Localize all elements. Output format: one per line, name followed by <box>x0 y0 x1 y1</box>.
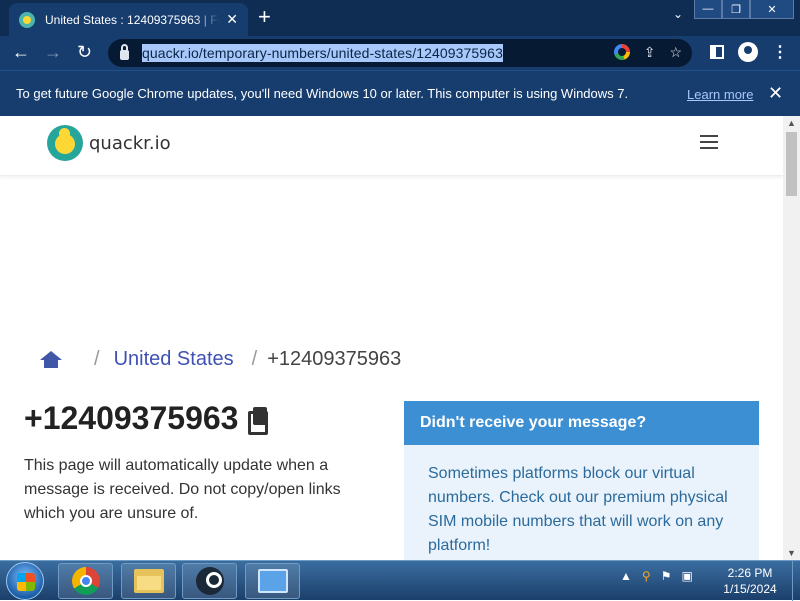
system-tray: ▲ ⚲ ⚑ ▣ <box>620 569 693 583</box>
taskbar-chrome[interactable] <box>58 563 113 599</box>
tab-title: United States : 12409375963 | Free <box>45 12 221 27</box>
chrome-icon <box>71 567 100 595</box>
quackr-favicon-icon <box>19 11 35 28</box>
learn-more-link[interactable]: Learn more <box>687 87 753 102</box>
reload-button[interactable]: ↻ <box>77 41 92 63</box>
show-desktop-button[interactable] <box>792 561 800 601</box>
taskbar-remote-desktop[interactable] <box>245 563 300 599</box>
system-clock[interactable]: 2:26 PM 1/15/2024 <box>712 565 788 597</box>
windows-taskbar: ▲ ⚲ ⚑ ▣ 2:26 PM 1/15/2024 <box>0 560 800 601</box>
scrollbar-thumb[interactable] <box>786 132 797 196</box>
breadcrumb-separator: / <box>94 348 100 370</box>
infobar-close-icon[interactable]: ✕ <box>768 83 783 104</box>
network-icon[interactable]: ▣ <box>681 569 692 583</box>
search-icon[interactable]: ⚲ <box>642 569 651 583</box>
remote-desktop-icon <box>257 569 288 593</box>
web-page: quackr.io / United States / +12409375963… <box>0 116 783 560</box>
phone-number-heading: +12409375963 <box>24 400 269 437</box>
back-button[interactable]: ← <box>12 41 30 63</box>
profile-avatar-icon[interactable] <box>738 42 758 62</box>
logo-text: quackr.io <box>89 132 171 154</box>
restore-button[interactable]: ❐ <box>722 0 750 19</box>
home-icon[interactable] <box>40 350 62 369</box>
google-lens-icon[interactable] <box>613 44 630 60</box>
premium-numbers-card: Didn't receive your message? Sometimes p… <box>404 401 759 560</box>
action-center-flag-icon[interactable]: ⚑ <box>661 569 672 583</box>
start-button[interactable] <box>6 562 44 600</box>
clock-date: 1/15/2024 <box>723 582 777 596</box>
bookmark-star-icon[interactable]: ☆ <box>669 44 682 61</box>
copy-icon[interactable] <box>248 406 269 435</box>
omnibox-actions: ⇪ ☆ <box>613 44 682 61</box>
lock-icon[interactable] <box>120 44 129 60</box>
close-window-button[interactable]: ✕ <box>750 0 794 19</box>
steam-icon <box>195 567 224 595</box>
clock-time: 2:26 PM <box>727 566 773 580</box>
browser-tab-strip: United States : 12409375963 | Free ✕ + ⌄… <box>0 0 800 36</box>
minimize-button[interactable]: — <box>694 0 722 19</box>
chrome-menu-icon[interactable]: ⋮ <box>772 42 788 62</box>
tab-search-icon[interactable]: ⌄ <box>673 7 683 21</box>
hamburger-menu-icon[interactable] <box>700 135 718 153</box>
window-controls: — ❐ ✕ <box>694 0 794 19</box>
site-logo[interactable]: quackr.io <box>47 125 171 161</box>
infobar-message: To get future Google Chrome updates, you… <box>16 86 629 101</box>
browser-tab[interactable]: United States : 12409375963 | Free ✕ <box>9 3 248 36</box>
show-hidden-icons-icon[interactable]: ▲ <box>620 569 632 583</box>
browser-toolbar: ← → ↻ quackr.io/temporary-numbers/united… <box>0 36 800 98</box>
breadcrumb-country-link[interactable]: United States <box>114 348 234 371</box>
url-text[interactable]: quackr.io/temporary-numbers/united-state… <box>142 44 503 62</box>
breadcrumb-separator: / <box>251 348 258 370</box>
close-tab-icon[interactable]: ✕ <box>226 11 238 28</box>
taskbar-steam[interactable] <box>182 563 237 599</box>
scroll-up-icon[interactable]: ▲ <box>787 118 796 128</box>
taskbar-explorer[interactable] <box>121 563 176 599</box>
forward-button[interactable]: → <box>44 41 62 63</box>
breadcrumb: / United States / +12409375963 <box>40 348 401 371</box>
share-icon[interactable]: ⇪ <box>644 44 656 61</box>
duck-logo-icon <box>47 125 83 161</box>
site-header: quackr.io <box>0 116 783 176</box>
folder-icon <box>133 569 164 593</box>
side-panel-icon[interactable] <box>710 45 724 59</box>
update-infobar: To get future Google Chrome updates, you… <box>0 70 800 116</box>
address-bar[interactable]: quackr.io/temporary-numbers/united-state… <box>108 39 692 67</box>
toolbar-right: ⋮ <box>710 42 788 62</box>
card-title: Didn't receive your message? <box>404 401 759 445</box>
phone-number-text: +12409375963 <box>24 400 239 436</box>
scroll-down-icon[interactable]: ▼ <box>787 548 796 558</box>
page-description: This page will automatically update when… <box>24 457 341 522</box>
card-body: Sometimes platforms block our virtual nu… <box>428 465 728 554</box>
new-tab-button[interactable]: + <box>258 5 271 29</box>
breadcrumb-current: +12409375963 <box>267 348 402 370</box>
page-scrollbar[interactable]: ▲ ▼ <box>783 116 800 560</box>
